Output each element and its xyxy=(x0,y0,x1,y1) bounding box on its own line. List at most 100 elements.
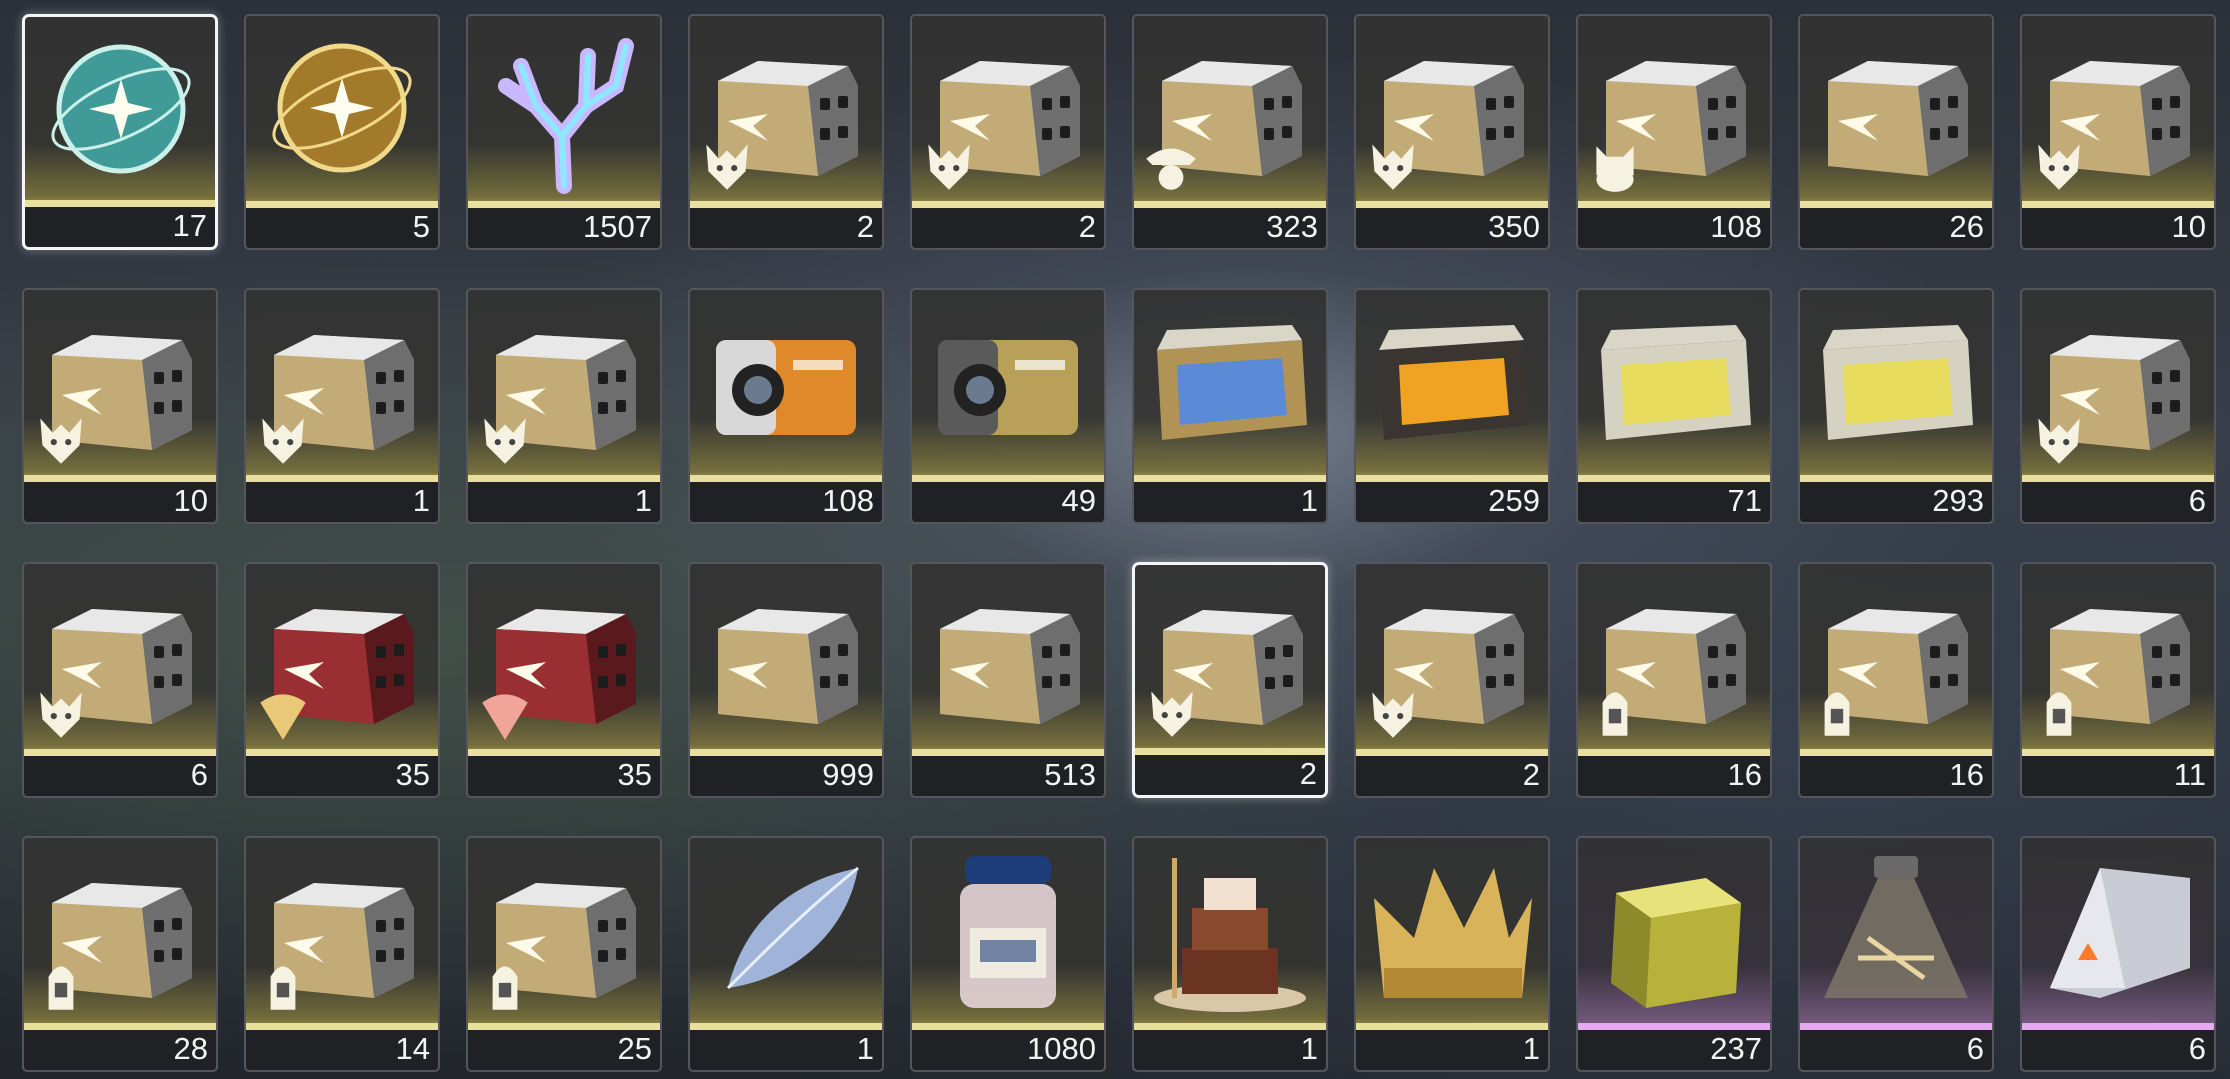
rarity-stripe xyxy=(468,1023,660,1030)
inventory-slot[interactable]: 14 xyxy=(244,836,440,1072)
inventory-slot[interactable]: 35 xyxy=(466,562,662,798)
inventory-slot[interactable]: 1080 xyxy=(910,836,1106,1072)
gold-sphere-icon xyxy=(254,26,430,196)
inventory-slot[interactable]: 1 xyxy=(466,288,662,524)
inventory-slot[interactable]: 1 xyxy=(1132,836,1328,1072)
item-count: 35 xyxy=(617,757,652,792)
inventory-slot[interactable]: 259 xyxy=(1354,288,1550,524)
rarity-stripe xyxy=(912,749,1104,756)
faction-emblem-icon xyxy=(1362,134,1424,196)
glass-flask-icon xyxy=(1808,848,1984,1018)
item-count: 2 xyxy=(856,209,874,244)
inventory-slot[interactable]: 108 xyxy=(688,288,884,524)
inventory-slot[interactable]: 1507 xyxy=(466,14,662,250)
inventory-slot[interactable]: 16 xyxy=(1576,562,1772,798)
crystal-coral-icon xyxy=(476,26,652,196)
inventory-slot[interactable]: 999 xyxy=(688,562,884,798)
rarity-stripe xyxy=(246,475,438,482)
blue-gold-crate-icon xyxy=(1142,300,1318,470)
item-count: 293 xyxy=(1932,483,1984,518)
yellow-glow-crate-icon xyxy=(1808,300,1984,470)
rarity-stripe xyxy=(1800,201,1992,208)
item-count: 1 xyxy=(1300,483,1318,518)
silver-crate-icon xyxy=(1808,26,1984,196)
rarity-stripe xyxy=(1134,475,1326,482)
inventory-slot[interactable]: 513 xyxy=(910,562,1106,798)
rarity-stripe xyxy=(246,201,438,208)
count-bar xyxy=(246,482,438,522)
inventory-slot[interactable]: 28 xyxy=(22,836,218,1072)
inventory-slot[interactable]: 108 xyxy=(1576,14,1772,250)
rarity-stripe xyxy=(1578,475,1770,482)
faction-emblem-icon xyxy=(30,682,92,744)
inventory-slot[interactable]: 237 xyxy=(1576,836,1772,1072)
inventory-slot[interactable]: 35 xyxy=(244,562,440,798)
item-count: 49 xyxy=(1061,483,1096,518)
rarity-stripe xyxy=(246,1023,438,1030)
item-count: 1 xyxy=(634,483,652,518)
inventory-slot[interactable]: 350 xyxy=(1354,14,1550,250)
item-count: 108 xyxy=(1710,209,1762,244)
rarity-stripe xyxy=(1134,201,1326,208)
inventory-slot[interactable]: 323 xyxy=(1132,14,1328,250)
faction-emblem-icon xyxy=(1140,134,1202,196)
faction-emblem-icon xyxy=(30,956,92,1018)
inventory-slot[interactable]: 6 xyxy=(1798,836,1994,1072)
item-count: 26 xyxy=(1949,209,1984,244)
faction-emblem-icon xyxy=(474,408,536,470)
inventory-slot[interactable]: 6 xyxy=(2020,288,2216,524)
inventory-grid: 17 5 1507 2 2 323 350 108 26 10 10 1 1 108 49 1 259 71 293… xyxy=(22,14,2216,1072)
inventory-slot[interactable]: 2 xyxy=(1132,562,1328,798)
item-count: 2 xyxy=(1078,209,1096,244)
inventory-slot[interactable]: 1 xyxy=(688,836,884,1072)
inventory-slot[interactable]: 10 xyxy=(22,288,218,524)
rarity-stripe xyxy=(25,200,215,207)
inventory-slot[interactable]: 1 xyxy=(1132,288,1328,524)
inventory-slot[interactable]: 5 xyxy=(244,14,440,250)
faction-emblem-icon xyxy=(2028,134,2090,196)
inventory-slot[interactable]: 2 xyxy=(910,14,1106,250)
rarity-stripe xyxy=(2022,475,2214,482)
inventory-slot[interactable]: 1 xyxy=(1354,836,1550,1072)
item-count: 999 xyxy=(822,757,874,792)
rarity-stripe xyxy=(468,749,660,756)
inventory-slot[interactable]: 49 xyxy=(910,288,1106,524)
item-count: 71 xyxy=(1727,483,1762,518)
inventory-slot[interactable]: 2 xyxy=(688,14,884,250)
teal-sphere-icon xyxy=(33,27,209,197)
rarity-stripe xyxy=(690,201,882,208)
inventory-slot[interactable]: 17 xyxy=(22,14,218,250)
rarity-stripe xyxy=(1356,749,1548,756)
rarity-stripe xyxy=(468,475,660,482)
inventory-slot[interactable]: 10 xyxy=(2020,14,2216,250)
count-bar xyxy=(468,482,660,522)
inventory-slot[interactable]: 6 xyxy=(22,562,218,798)
inventory-slot[interactable]: 16 xyxy=(1798,562,1994,798)
silver-crate-icon xyxy=(920,574,1096,744)
inventory-slot[interactable]: 1 xyxy=(244,288,440,524)
inventory-slot[interactable]: 293 xyxy=(1798,288,1994,524)
rarity-stripe xyxy=(1356,475,1548,482)
item-count: 259 xyxy=(1488,483,1540,518)
inventory-slot[interactable]: 25 xyxy=(466,836,662,1072)
inventory-slot[interactable]: 2 xyxy=(1354,562,1550,798)
inventory-slot[interactable]: 71 xyxy=(1576,288,1772,524)
inventory-slot[interactable]: 11 xyxy=(2020,562,2216,798)
item-count: 1 xyxy=(412,483,430,518)
count-bar xyxy=(1356,756,1548,796)
item-count: 28 xyxy=(173,1031,208,1066)
rarity-stripe xyxy=(690,1023,882,1030)
rarity-stripe xyxy=(1800,475,1992,482)
inventory-slot[interactable]: 26 xyxy=(1798,14,1994,250)
item-count: 17 xyxy=(172,208,207,243)
inventory-slot[interactable]: 6 xyxy=(2020,836,2216,1072)
rarity-stripe xyxy=(1800,749,1992,756)
rarity-stripe xyxy=(24,1023,216,1030)
triangle-device-icon xyxy=(2030,848,2206,1018)
rarity-stripe xyxy=(690,749,882,756)
item-count: 6 xyxy=(190,757,208,792)
faction-emblem-icon xyxy=(1584,134,1646,196)
crystal-leaf-icon xyxy=(698,848,874,1018)
rarity-stripe xyxy=(690,475,882,482)
cake-icon xyxy=(1142,848,1318,1018)
